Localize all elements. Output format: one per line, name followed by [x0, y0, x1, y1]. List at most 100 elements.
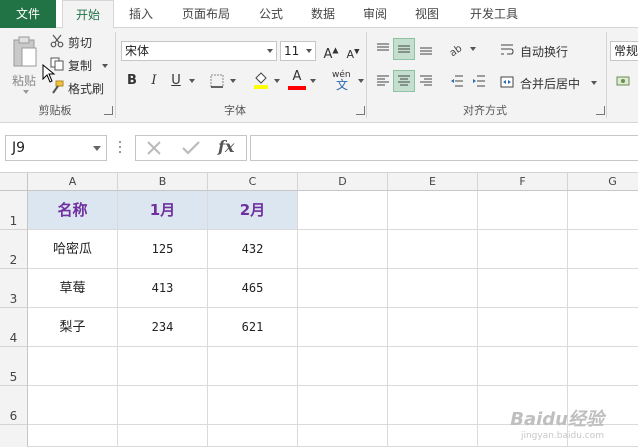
cell-g3[interactable]	[568, 269, 638, 308]
cell-c5[interactable]	[208, 347, 298, 386]
table-cell[interactable]: 125	[118, 230, 208, 269]
insert-function-icon[interactable]: fx	[218, 137, 234, 156]
underline-button[interactable]: U	[165, 70, 187, 92]
align-bottom-button[interactable]	[415, 38, 437, 60]
cell-a7[interactable]	[28, 425, 118, 447]
italic-button[interactable]: I	[143, 70, 165, 92]
table-header-cell[interactable]: 1月	[118, 191, 208, 230]
cell-f2[interactable]	[478, 230, 568, 269]
cancel-icon[interactable]	[144, 138, 164, 158]
cut-button[interactable]: 剪切	[50, 32, 100, 50]
number-format-select[interactable]: 常规	[610, 41, 638, 61]
chevron-down-icon[interactable]	[274, 79, 280, 83]
font-color-button[interactable]: A	[286, 68, 308, 90]
cell-c6[interactable]	[208, 386, 298, 425]
chevron-down-icon[interactable]	[358, 79, 364, 83]
tab-review[interactable]: 审阅	[352, 0, 398, 28]
row-header-7[interactable]	[0, 425, 28, 447]
cell-e2[interactable]	[388, 230, 478, 269]
align-center-button[interactable]	[393, 70, 415, 92]
cell-e7[interactable]	[388, 425, 478, 447]
cell-d6[interactable]	[298, 386, 388, 425]
cell-b7[interactable]	[118, 425, 208, 447]
cell-d4[interactable]	[298, 308, 388, 347]
check-icon[interactable]	[180, 138, 202, 158]
borders-button[interactable]	[206, 70, 228, 92]
column-header-f[interactable]: F	[478, 173, 568, 191]
tab-formulas[interactable]: 公式	[248, 0, 294, 28]
cell-f1[interactable]	[478, 191, 568, 230]
cell-f3[interactable]	[478, 269, 568, 308]
dialog-launcher-icon[interactable]	[104, 106, 113, 115]
align-left-button[interactable]	[372, 70, 394, 92]
increase-indent-button[interactable]	[468, 70, 490, 92]
font-size-select[interactable]: 11	[280, 41, 316, 61]
row-header-5[interactable]: 5	[0, 347, 28, 386]
row-header-4[interactable]: 4	[0, 308, 28, 347]
tab-home[interactable]: 开始	[62, 0, 114, 29]
chevron-down-icon[interactable]	[230, 79, 236, 83]
cell-d1[interactable]	[298, 191, 388, 230]
tab-file[interactable]: 文件	[0, 0, 56, 28]
decrease-indent-button[interactable]	[446, 70, 468, 92]
tab-data[interactable]: 数据	[300, 0, 346, 28]
cell-e1[interactable]	[388, 191, 478, 230]
cell-e3[interactable]	[388, 269, 478, 308]
accounting-format-button[interactable]	[612, 70, 634, 92]
chevron-down-icon[interactable]	[310, 79, 316, 83]
chevron-down-icon[interactable]	[470, 47, 476, 51]
cell-g5[interactable]	[568, 347, 638, 386]
table-cell[interactable]: 413	[118, 269, 208, 308]
column-header-e[interactable]: E	[388, 173, 478, 191]
cell-a5[interactable]	[28, 347, 118, 386]
cell-d5[interactable]	[298, 347, 388, 386]
formula-input[interactable]	[250, 135, 638, 161]
chevron-down-icon[interactable]	[189, 79, 195, 83]
align-top-button[interactable]	[372, 38, 394, 60]
format-painter-button[interactable]: 格式刷	[50, 78, 110, 96]
fill-color-button[interactable]	[250, 70, 272, 92]
tab-page-layout[interactable]: 页面布局	[170, 0, 242, 28]
tab-developer[interactable]: 开发工具	[458, 0, 530, 28]
worksheet-grid[interactable]: A B C D E F G 1 2 3 4 5 6 名称 1月 2月 哈密瓜 125 43…	[0, 173, 638, 447]
row-header-3[interactable]: 3	[0, 269, 28, 308]
phonetic-guide-button[interactable]: wén 文	[330, 68, 360, 92]
column-header-a[interactable]: A	[28, 173, 118, 191]
cell-e6[interactable]	[388, 386, 478, 425]
cell-g2[interactable]	[568, 230, 638, 269]
table-cell[interactable]: 465	[208, 269, 298, 308]
table-cell[interactable]: 哈密瓜	[28, 230, 118, 269]
merge-center-button[interactable]: 合并后居中	[498, 72, 602, 92]
table-cell[interactable]: 草莓	[28, 269, 118, 308]
cell-f4[interactable]	[478, 308, 568, 347]
table-header-cell[interactable]: 名称	[28, 191, 118, 230]
tab-insert[interactable]: 插入	[118, 0, 164, 28]
wrap-text-button[interactable]: 自动换行	[498, 40, 578, 60]
table-header-cell[interactable]: 2月	[208, 191, 298, 230]
column-header-d[interactable]: D	[298, 173, 388, 191]
copy-button[interactable]: 复制	[50, 55, 110, 73]
row-header-1[interactable]: 1	[0, 191, 28, 230]
cell-d2[interactable]	[298, 230, 388, 269]
column-header-g[interactable]: G	[568, 173, 638, 191]
select-all-corner[interactable]	[0, 173, 28, 191]
table-cell[interactable]: 432	[208, 230, 298, 269]
formula-bar-grip-icon[interactable]	[119, 141, 122, 155]
cell-g4[interactable]	[568, 308, 638, 347]
name-box[interactable]: J9	[5, 135, 107, 161]
cell-b5[interactable]	[118, 347, 208, 386]
table-cell[interactable]: 621	[208, 308, 298, 347]
orientation-button[interactable]: ab	[446, 38, 468, 60]
tab-view[interactable]: 视图	[404, 0, 450, 28]
decrease-font-size-button[interactable]: A▼	[342, 40, 364, 62]
column-header-c[interactable]: C	[208, 173, 298, 191]
table-cell[interactable]: 梨子	[28, 308, 118, 347]
dialog-launcher-icon[interactable]	[356, 106, 365, 115]
row-header-6[interactable]: 6	[0, 386, 28, 425]
bold-button[interactable]: B	[121, 70, 143, 92]
align-middle-button[interactable]	[393, 38, 415, 60]
cell-f5[interactable]	[478, 347, 568, 386]
cell-e4[interactable]	[388, 308, 478, 347]
cell-e5[interactable]	[388, 347, 478, 386]
increase-font-size-button[interactable]: A▲	[320, 40, 342, 62]
